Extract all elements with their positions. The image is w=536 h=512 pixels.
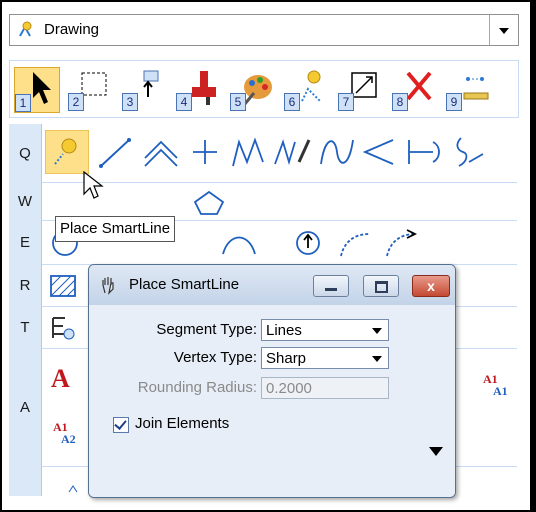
tool-9-measure[interactable]: 9 <box>446 67 490 111</box>
close-button[interactable]: x <box>412 275 450 297</box>
task-dropdown-label: Drawing <box>44 21 100 38</box>
tool-number: 2 <box>68 93 84 111</box>
row-key: E <box>9 220 42 264</box>
tool-4-change-attributes[interactable]: 4 <box>176 67 220 111</box>
text-a1-sub: A1 <box>493 384 508 398</box>
sketch-line-icon[interactable] <box>273 132 313 172</box>
place-text-icon[interactable]: A <box>51 364 70 394</box>
tool-number: 1 <box>15 94 31 112</box>
place-smartline-dialog: Place SmartLine x Segment Type: Lines Ve… <box>88 264 456 498</box>
tool-number: 3 <box>122 93 138 111</box>
angle-line-icon[interactable] <box>359 132 399 172</box>
text-a2-icon[interactable]: A2 <box>61 432 76 447</box>
rotate-icon[interactable] <box>291 228 325 258</box>
join-elements-checkbox[interactable] <box>113 417 129 433</box>
multi-line-icon[interactable] <box>141 132 181 172</box>
tool-8-delete[interactable]: 8 <box>392 67 436 111</box>
hatch-area-icon[interactable] <box>47 272 81 300</box>
rounding-radius-input[interactable]: 0.2000 <box>261 377 389 399</box>
segment-type-select[interactable]: Lines <box>261 319 389 341</box>
mouse-cursor-icon <box>83 170 104 199</box>
place-point-icon[interactable] <box>185 132 225 172</box>
minimize-button[interactable] <box>313 275 349 297</box>
multiline-offset-icon[interactable] <box>449 132 489 172</box>
chevron-down-icon <box>372 328 382 334</box>
vertex-type-label: Vertex Type: <box>173 349 257 366</box>
rounding-radius-label: Rounding Radius: <box>137 379 257 396</box>
tool-number: 6 <box>284 93 300 111</box>
arc-arrow-icon[interactable] <box>381 228 421 258</box>
chevron-down-icon <box>372 356 382 362</box>
join-elements-label: Join Elements <box>135 415 230 432</box>
expand-arrow-icon[interactable] <box>429 447 443 456</box>
row-key: Q <box>9 124 42 182</box>
smart-line-icon <box>19 21 32 37</box>
dimension-icon[interactable] <box>403 132 443 172</box>
tool-2-fence[interactable]: 2 <box>68 67 112 111</box>
hand-icon <box>102 277 114 295</box>
rounding-radius-value: 0.2000 <box>266 380 312 397</box>
dialog-titlebar[interactable]: Place SmartLine x <box>89 265 455 305</box>
tool-6-smartline[interactable]: 6 <box>284 67 328 111</box>
tooltip: Place SmartLine <box>55 216 176 242</box>
place-stream-icon[interactable] <box>229 132 269 172</box>
task-dropdown[interactable]: Drawing <box>9 14 519 46</box>
row-key-empty <box>9 466 42 496</box>
tool-3-manipulate[interactable]: 3 <box>122 67 166 111</box>
segment-type-label: Segment Type: <box>156 321 257 338</box>
dialog-title: Place SmartLine <box>129 276 240 293</box>
tool-number: 7 <box>338 93 354 111</box>
row-key: A <box>9 348 42 466</box>
place-smartline-icon[interactable] <box>45 130 89 174</box>
text-block-icon[interactable] <box>47 314 81 342</box>
place-shape-icon[interactable] <box>189 188 229 216</box>
dialog-body: Segment Type: Lines Vertex Type: Sharp R… <box>89 305 455 497</box>
vertex-type-value: Sharp <box>266 350 307 367</box>
tool-7-copy[interactable]: 7 <box>338 67 382 111</box>
tool-number: 8 <box>392 93 408 111</box>
tool-1-select[interactable]: 1 <box>14 67 60 113</box>
maximize-button[interactable] <box>363 275 399 297</box>
tool-number: 4 <box>176 93 192 111</box>
close-icon: x <box>427 278 435 294</box>
tool-palette-window: Drawing 1 2 3 4 5 6 7 8 9 Q W E R T A A … <box>0 0 536 512</box>
partial-arc-icon[interactable] <box>335 228 375 258</box>
row-key: W <box>9 182 42 220</box>
curve-icon[interactable] <box>317 132 357 172</box>
place-line-icon[interactable] <box>95 132 135 172</box>
tool-5-element-info[interactable]: 5 <box>230 67 274 111</box>
row-key: T <box>9 306 42 348</box>
tool-number: 5 <box>230 93 246 111</box>
row-key: R <box>9 264 42 306</box>
vertex-type-select[interactable]: Sharp <box>261 347 389 369</box>
segment-type-value: Lines <box>266 322 302 339</box>
arc-icon[interactable] <box>219 228 259 258</box>
tool-number: 9 <box>446 93 462 111</box>
main-toolbar: 1 2 3 4 5 6 7 8 9 <box>9 60 519 118</box>
chevron-down-icon[interactable] <box>489 15 518 45</box>
